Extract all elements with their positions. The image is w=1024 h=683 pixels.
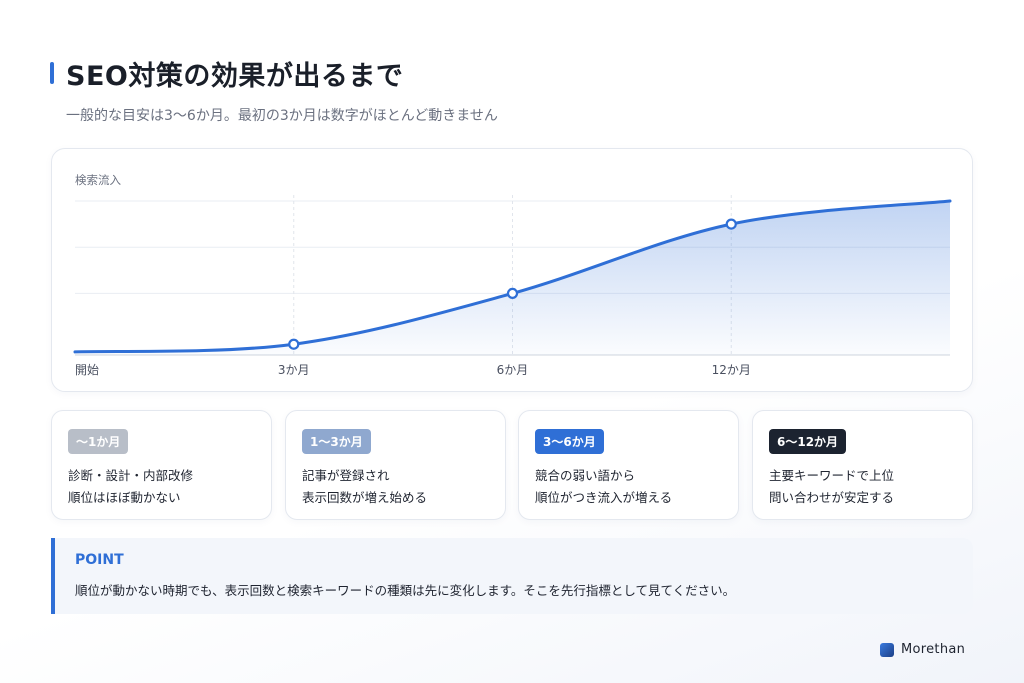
step-card-1: 〜1か月 診断・設計・内部改修 順位はほぼ動かない [51, 410, 272, 520]
page-title: SEO対策の効果が出るまで [66, 61, 404, 92]
step-description: 診断・設計・内部改修 順位はほぼ動かない [68, 465, 263, 509]
step-line-2: 順位がつき流入が増える [535, 490, 673, 505]
point-text: 順位が動かない時期でも、表示回数と検索キーワードの種類は先に変化します。そこを先… [75, 583, 736, 598]
step-line-2: 順位はほぼ動かない [68, 490, 181, 505]
area-fill [75, 201, 950, 355]
step-card-4: 6〜12か月 主要キーワードで上位 問い合わせが安定する [752, 410, 973, 520]
step-description: 主要キーワードで上位 問い合わせが安定する [769, 465, 964, 509]
data-point [506, 287, 519, 299]
x-tick-label: 12か月 [712, 363, 751, 377]
step-badge: 1〜3か月 [302, 429, 371, 454]
brand-name: Morethan [901, 642, 966, 657]
data-point [288, 338, 300, 350]
x-tick-label: 3か月 [278, 363, 310, 377]
step-line-1: 競合の弱い語から [535, 468, 636, 483]
x-tick-label: 開始 [75, 363, 99, 377]
step-card-3: 3〜6か月 競合の弱い語から 順位がつき流入が増える [518, 410, 739, 520]
point-label: POINT [75, 552, 124, 568]
brand-mark-icon [880, 642, 894, 657]
step-badge: 3〜6か月 [535, 429, 604, 454]
traffic-chart: 検索流入開始 3か月 6か月 12か月 [73, 173, 952, 377]
x-tick-label: 6か月 [497, 363, 529, 377]
step-badge: 〜1か月 [68, 429, 129, 454]
step-line-1: 主要キーワードで上位 [769, 468, 895, 483]
step-line-1: 診断・設計・内部改修 [68, 468, 194, 483]
y-axis-label: 検索流入 [75, 173, 121, 187]
chart-card: 検索流入開始 3か月 6か月 12か月 [51, 148, 973, 392]
step-card-2: 1〜3か月 記事が登録され 表示回数が増え始める [285, 410, 506, 520]
point-callout: POINT 順位が動かない時期でも、表示回数と検索キーワードの種類は先に変化しま… [51, 538, 973, 614]
step-line-2: 表示回数が増え始める [302, 490, 428, 505]
data-point [725, 218, 737, 230]
page-subtitle: 一般的な目安は3〜6か月。最初の3か月は数字がほとんど動きません [66, 108, 498, 124]
title-accent-bar [50, 62, 54, 84]
step-badge: 6〜12か月 [769, 429, 847, 454]
step-description: 競合の弱い語から 順位がつき流入が増える [535, 465, 730, 509]
brand-logo: Morethan [880, 642, 965, 657]
step-description: 記事が登録され 表示回数が増え始める [302, 465, 497, 509]
step-line-1: 記事が登録され [302, 468, 390, 483]
step-line-2: 問い合わせが安定する [769, 490, 895, 505]
